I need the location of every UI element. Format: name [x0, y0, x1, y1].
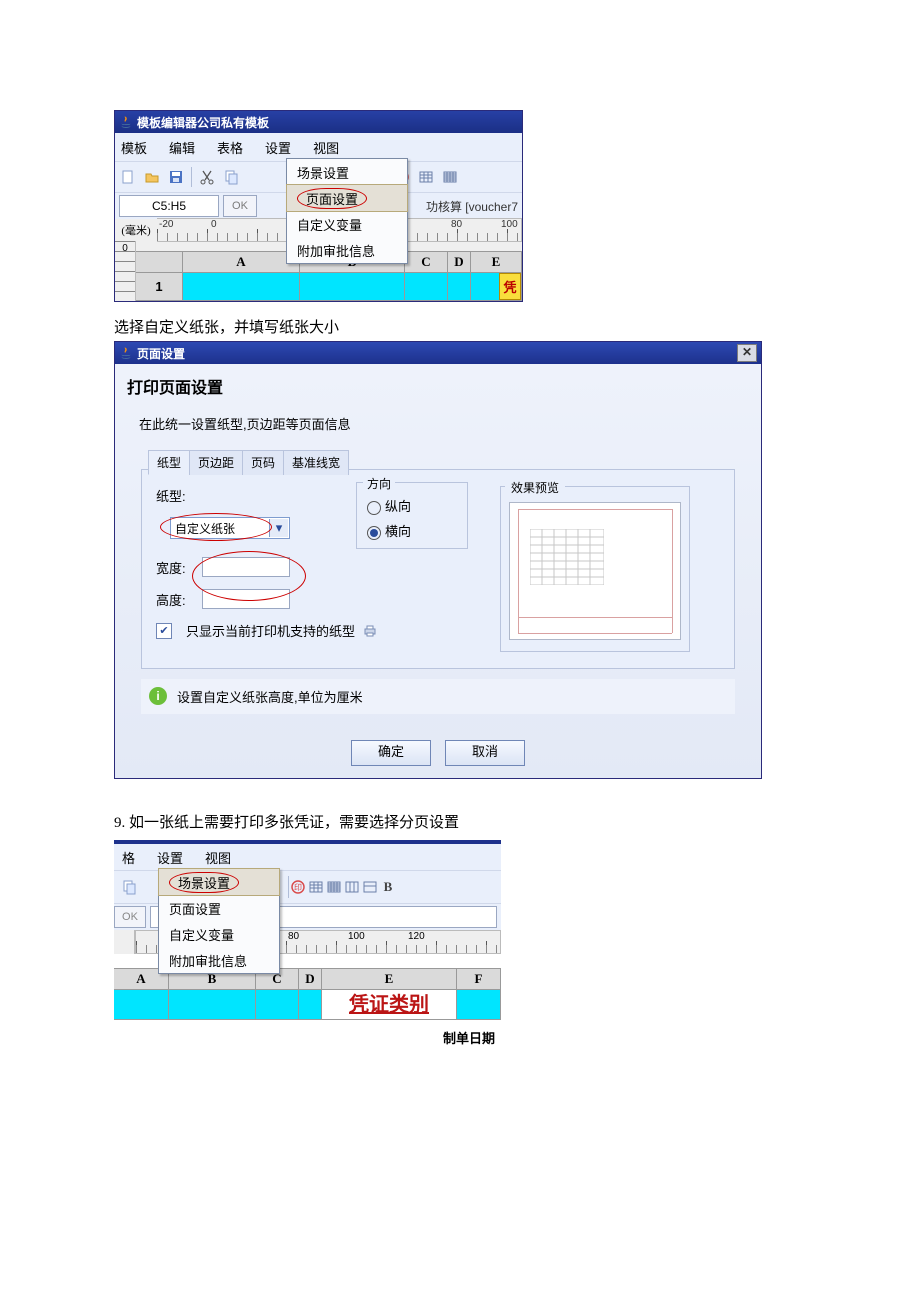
ok-button[interactable]: 确定 [351, 740, 431, 766]
ok-button[interactable]: OK [223, 195, 257, 217]
settings-menu-popup: 场景设置 页面设置 自定义变量 附加审批信息 [158, 868, 280, 974]
paper-type-value[interactable] [171, 519, 269, 537]
grid-icon[interactable] [307, 878, 325, 896]
menubar: 模板 编辑 表格 设置 视图 [115, 133, 522, 161]
step-9-text: 9. 如一张纸上需要打印多张凭证，需要选择分页设置 [114, 811, 806, 832]
menu-item-approval[interactable]: 附加审批信息 [287, 237, 407, 263]
cell-row[interactable]: 凭 [183, 273, 522, 301]
menubar: 格 设置 视图 [114, 844, 501, 870]
menu-item-page-setup[interactable]: 页面设置 [159, 895, 279, 921]
menu-view[interactable]: 视图 [313, 138, 339, 157]
radio-portrait[interactable] [367, 501, 381, 515]
grid2-icon[interactable] [325, 878, 343, 896]
menu-settings[interactable]: 设置 [157, 848, 183, 867]
copy-icon[interactable] [120, 878, 138, 896]
titlebar: 模板编辑器公司私有模板 [115, 111, 522, 133]
make-date-label: 制单日期 [114, 1020, 501, 1047]
menu-edit[interactable]: 编辑 [169, 138, 195, 157]
ruler-tick: 100 [501, 219, 518, 230]
menu-item-approval[interactable]: 附加审批信息 [159, 947, 279, 973]
tab-linewidth[interactable]: 基准线宽 [283, 450, 349, 475]
voucher-badge: 凭 [499, 273, 521, 300]
height-label: 高度: [156, 590, 202, 609]
paper-label: 纸型: [156, 486, 206, 505]
save-icon[interactable] [167, 168, 185, 186]
hint-text: 设置自定义纸张高度,单位为厘米 [177, 687, 363, 706]
width-input[interactable] [202, 557, 290, 577]
col-header[interactable]: E [471, 252, 522, 272]
new-icon[interactable] [119, 168, 137, 186]
col-header[interactable]: D [448, 252, 471, 272]
dialog-title: 页面设置 [137, 345, 185, 362]
dialog-heading: 打印页面设置 [125, 370, 751, 400]
page-setup-dialog: 页面设置 ✕ 打印页面设置 在此统一设置纸型,页边距等页面信息 纸型 页边距 页… [114, 341, 762, 779]
menu-item-scene[interactable]: 场景设置 [287, 159, 407, 185]
tab-panel: 纸型 页边距 页码 基准线宽 纸型: ▾ [141, 469, 735, 669]
printer-icon [361, 622, 379, 640]
orientation-group: 方向 纵向 横向 [356, 482, 468, 549]
cell-ref-input[interactable]: C5:H5 [119, 195, 219, 217]
radio-landscape[interactable] [367, 526, 381, 540]
menu-table[interactable]: 表格 [217, 138, 243, 157]
settings-menu-popup: 场景设置 页面设置 自定义变量 附加审批信息 [286, 158, 408, 264]
cell-row[interactable]: 凭证类别 [114, 990, 501, 1020]
col-header[interactable]: C [405, 252, 448, 272]
menu-item-scene[interactable]: 场景设置 [158, 868, 280, 896]
copy-icon[interactable] [222, 168, 240, 186]
grid4-icon[interactable] [361, 878, 379, 896]
col-header[interactable]: D [299, 969, 322, 989]
height-input[interactable] [202, 589, 290, 609]
preview-page [509, 502, 681, 640]
orientation-label: 方向 [363, 475, 395, 492]
tab-margin[interactable]: 页边距 [189, 450, 243, 475]
row-header[interactable]: 1 [136, 273, 183, 301]
col-header[interactable]: A [183, 252, 300, 272]
dialog-subheading: 在此统一设置纸型,页边距等页面信息 [125, 400, 751, 445]
ok-button[interactable]: OK [114, 906, 146, 928]
ruler-tick: 0 [211, 219, 217, 230]
menu-item-custom-var[interactable]: 自定义变量 [287, 211, 407, 237]
checkbox-label: 只显示当前打印机支持的纸型 [186, 621, 355, 640]
tab-pagenum[interactable]: 页码 [242, 450, 284, 475]
menu-view[interactable]: 视图 [205, 848, 231, 867]
svg-text:印: 印 [294, 883, 302, 892]
voucher-type-cell: 凭证类别 [322, 990, 457, 1020]
caption-custom-paper: 选择自定义纸张，并填写纸张大小 [114, 316, 806, 337]
paper-type-select[interactable]: ▾ [170, 517, 290, 539]
ruler-tick: 80 [451, 219, 462, 230]
show-supported-checkbox[interactable]: ✔ [156, 623, 172, 639]
tab-paper[interactable]: 纸型 [148, 450, 190, 475]
grid-icon[interactable] [417, 168, 435, 186]
window-title: 模板编辑器公司私有模板 [137, 114, 269, 131]
menu-settings[interactable]: 设置 [265, 138, 291, 157]
menu-template[interactable]: 模板 [121, 138, 147, 157]
ruler-tick: -20 [159, 219, 173, 230]
close-icon[interactable]: ✕ [737, 344, 757, 362]
vertical-ruler: 0 [115, 241, 136, 301]
chevron-down-icon[interactable]: ▾ [269, 519, 288, 537]
width-label: 宽度: [156, 558, 202, 577]
dialog-titlebar: 页面设置 ✕ [115, 342, 761, 364]
col-header[interactable]: F [457, 969, 501, 989]
java-icon [119, 346, 133, 360]
info-icon: i [149, 687, 167, 705]
menu-table[interactable]: 格 [122, 848, 135, 867]
hint-row: i 设置自定义纸张高度,单位为厘米 [141, 679, 735, 714]
java-icon [119, 115, 133, 129]
print-icon[interactable]: 印 [289, 878, 307, 896]
bold-icon[interactable]: B [379, 878, 397, 896]
grid2-icon[interactable] [441, 168, 459, 186]
cancel-button[interactable]: 取消 [445, 740, 525, 766]
col-header[interactable]: E [322, 969, 457, 989]
preview-panel: 效果预览 [500, 486, 690, 652]
grid3-icon[interactable] [343, 878, 361, 896]
menu-item-custom-var[interactable]: 自定义变量 [159, 921, 279, 947]
ruler-unit: (毫米) [115, 222, 157, 238]
preview-label: 效果预览 [505, 479, 565, 496]
menu-item-page-setup[interactable]: 页面设置 [286, 184, 408, 212]
cut-icon[interactable] [198, 168, 216, 186]
open-icon[interactable] [143, 168, 161, 186]
